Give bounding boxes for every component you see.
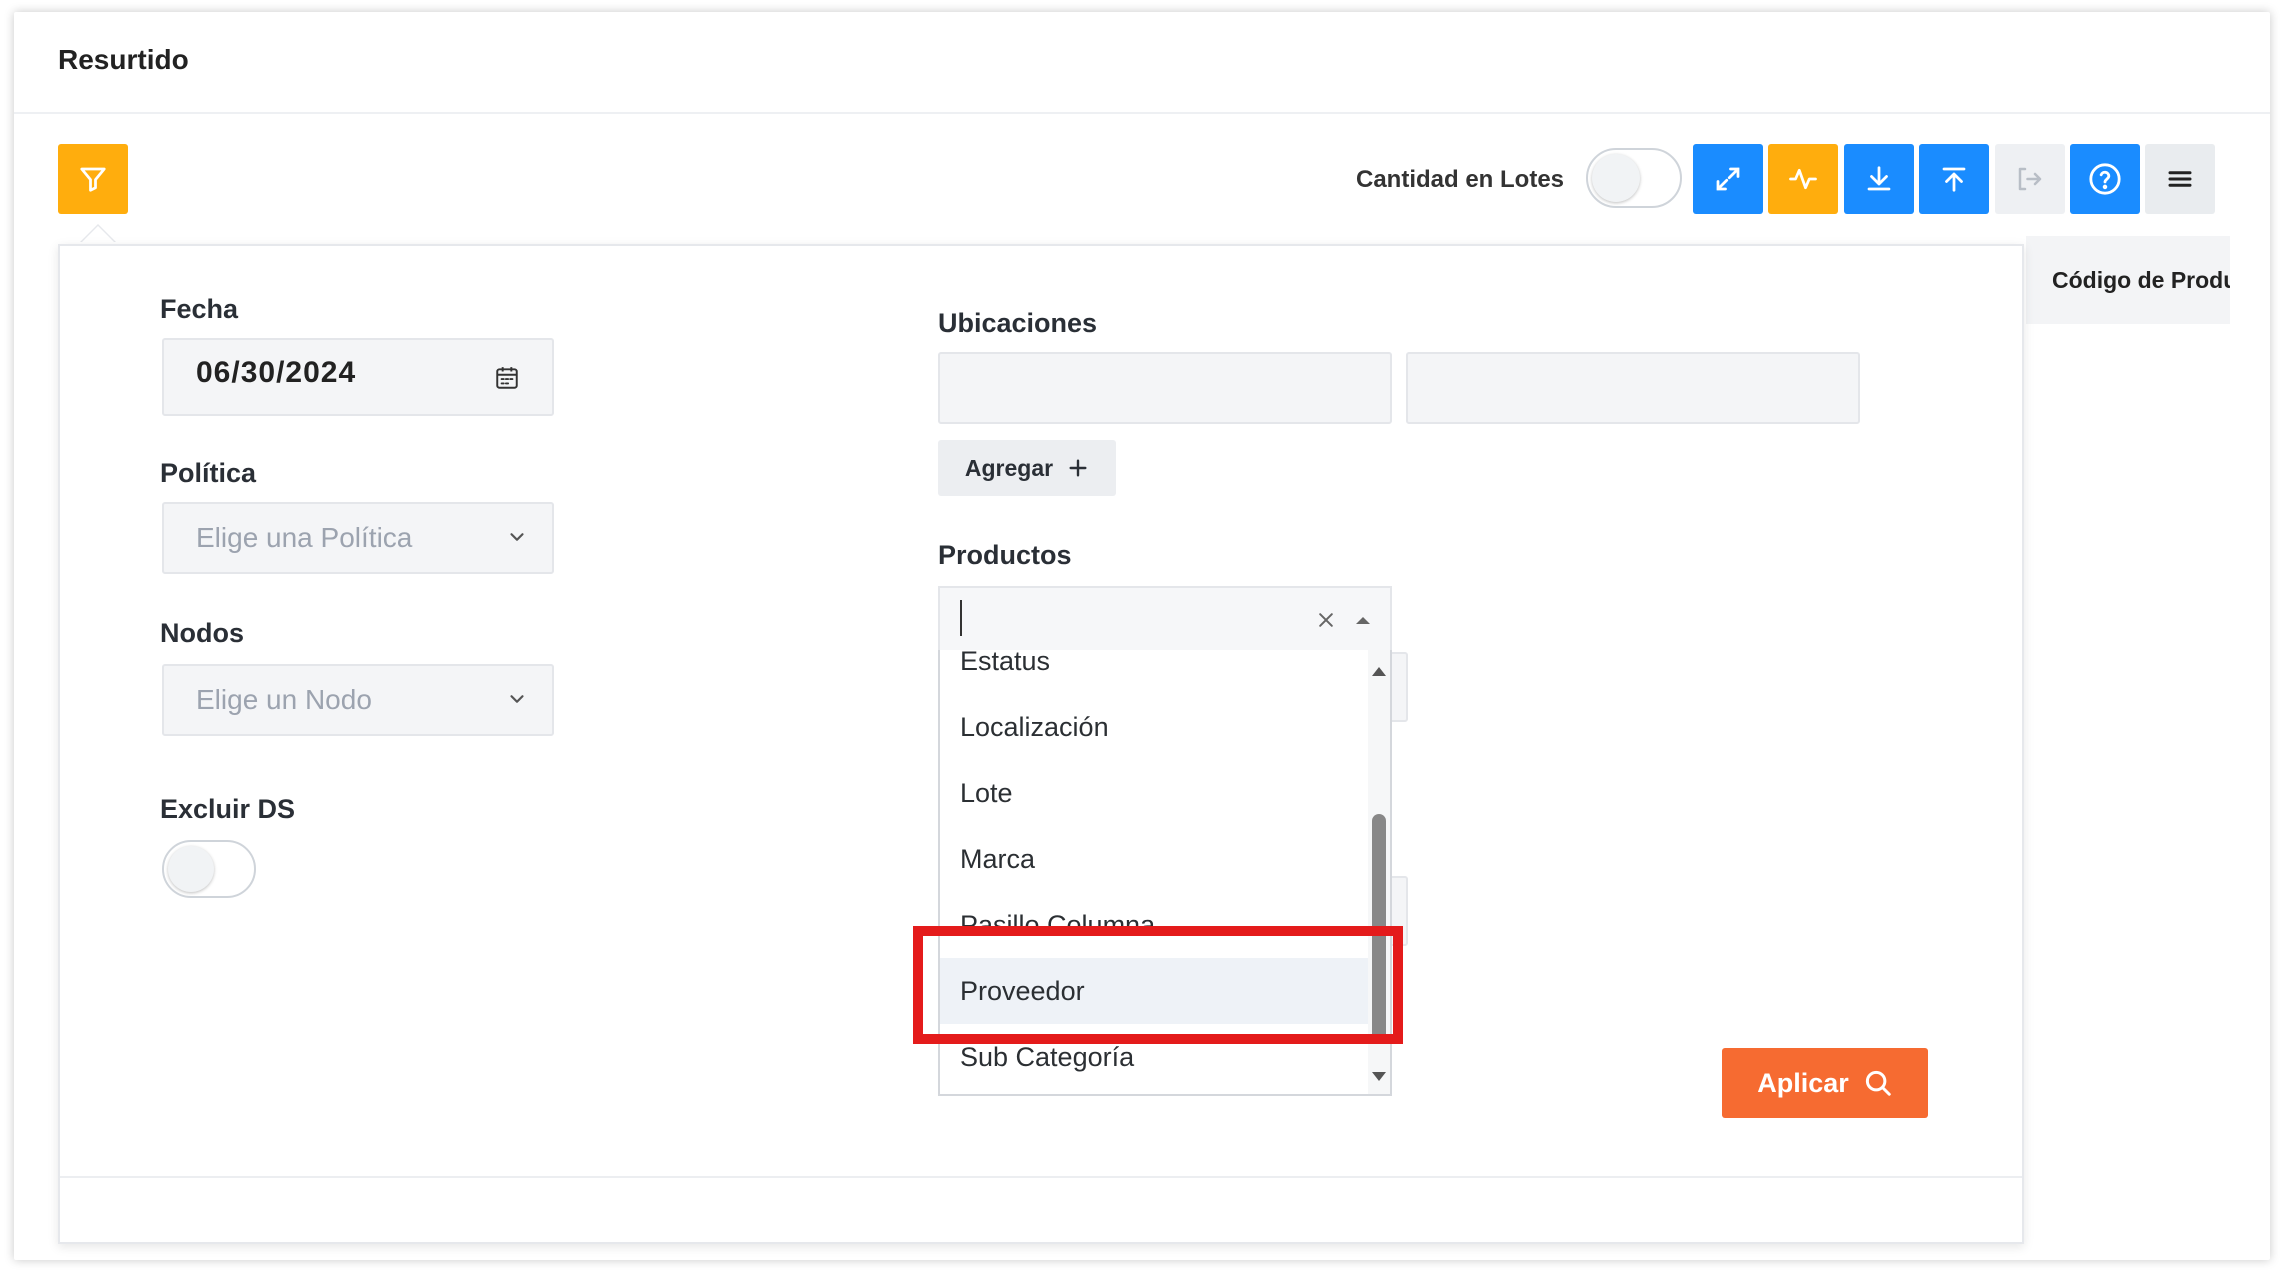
location-to-input[interactable]: [1406, 352, 1860, 424]
search-icon: [1865, 1070, 1891, 1096]
exit-button[interactable]: [1995, 144, 2065, 214]
plus-icon: [1069, 459, 1087, 477]
date-label: Fecha: [160, 294, 239, 324]
filter-icon: [80, 167, 106, 192]
toggle-knob: [168, 846, 214, 892]
help-icon: [2089, 163, 2121, 195]
lot-quantity-toggle[interactable]: [1586, 148, 1682, 208]
chevron-down-icon: [510, 695, 524, 703]
caret-up-icon[interactable]: [1354, 614, 1372, 626]
menu-button[interactable]: [2145, 144, 2215, 214]
list-item-highlighted[interactable]: Proveedor: [940, 958, 1370, 1024]
filter-button[interactable]: [58, 144, 128, 214]
date-value: 06/30/2024: [196, 356, 357, 389]
download-button[interactable]: [1844, 144, 1914, 214]
list-item[interactable]: Marca: [940, 826, 1370, 892]
upload-button[interactable]: [1919, 144, 1989, 214]
exclude-ds-toggle[interactable]: [162, 840, 256, 898]
scroll-thumb[interactable]: [1372, 814, 1386, 1044]
add-location-button[interactable]: Agregar: [938, 440, 1116, 496]
exit-icon: [2018, 167, 2042, 191]
add-location-label: Agregar: [964, 454, 1054, 481]
toggle-knob: [1592, 154, 1640, 202]
nodes-label: Nodos: [160, 618, 244, 648]
exclude-ds-label: Excluir DS: [160, 794, 296, 824]
products-dropdown: Estatus Localización Lote Marca Pasillo …: [938, 650, 1392, 1096]
download-icon: [1867, 166, 1891, 191]
table-column-header[interactable]: Código de Produ: [2026, 236, 2230, 324]
policy-select[interactable]: Elige una Política: [162, 502, 554, 574]
list-item[interactable]: Sub Categoría: [940, 1024, 1370, 1090]
dropdown-scrollbar[interactable]: [1368, 650, 1390, 1094]
date-input[interactable]: 06/30/2024: [162, 338, 554, 416]
location-from-input[interactable]: [938, 352, 1392, 424]
panel-pointer: [80, 224, 116, 242]
list-item[interactable]: Pasillo Columna: [940, 892, 1370, 958]
products-label: Productos: [938, 540, 1072, 570]
upload-icon: [1942, 167, 1966, 192]
lot-quantity-label: Cantidad en Lotes: [1356, 166, 1565, 193]
page-title: Resurtido: [58, 44, 189, 75]
activity-button[interactable]: [1768, 144, 1838, 214]
expand-button[interactable]: [1693, 144, 1763, 214]
apply-label: Aplicar: [1757, 1067, 1849, 1098]
list-item[interactable]: Estatus: [940, 650, 1370, 694]
policy-placeholder: Elige una Política: [196, 522, 413, 553]
pulse-icon: [1789, 168, 1817, 190]
expand-icon: [1716, 167, 1740, 191]
calendar-icon[interactable]: [494, 364, 520, 392]
products-combobox[interactable]: [938, 586, 1392, 652]
menu-icon: [2168, 171, 2192, 187]
clear-icon[interactable]: [1316, 610, 1336, 630]
nodes-select[interactable]: Elige un Nodo: [162, 664, 554, 736]
chevron-down-icon: [510, 533, 524, 541]
nodes-placeholder: Elige un Nodo: [196, 684, 372, 715]
scroll-up-icon[interactable]: [1370, 664, 1388, 678]
text-cursor: [960, 600, 962, 636]
help-button[interactable]: [2070, 144, 2140, 214]
scroll-down-icon[interactable]: [1370, 1070, 1388, 1084]
apply-button[interactable]: Aplicar: [1722, 1048, 1928, 1118]
list-item[interactable]: Localización: [940, 694, 1370, 760]
panel-footer-divider: [60, 1176, 2022, 1178]
list-item[interactable]: Lote: [940, 760, 1370, 826]
locations-label: Ubicaciones: [938, 308, 1098, 338]
header-divider: [14, 112, 2270, 114]
policy-label: Política: [160, 458, 257, 488]
